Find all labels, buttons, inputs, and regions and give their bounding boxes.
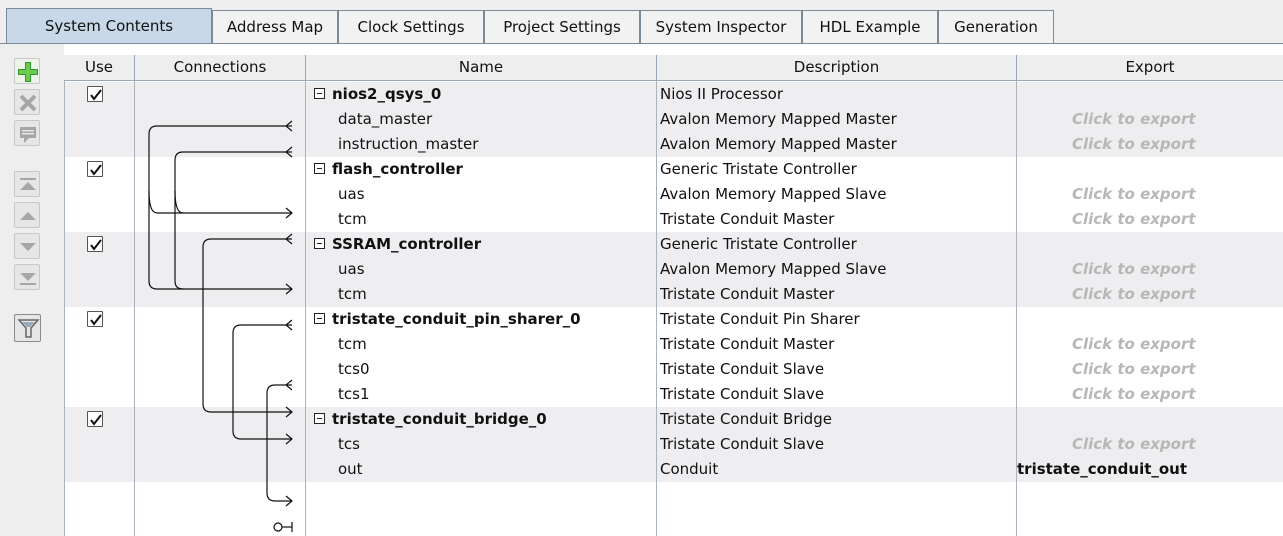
tab-bar-divider bbox=[0, 43, 1283, 44]
interface-name: uas bbox=[338, 260, 365, 278]
tab-address-map[interactable]: Address Map bbox=[212, 10, 338, 43]
export-link[interactable]: Click to export bbox=[1072, 282, 1272, 307]
header-export[interactable]: Export bbox=[1017, 55, 1283, 81]
interface-name: tcm bbox=[338, 210, 367, 228]
description-cell: Tristate Conduit Slave bbox=[660, 385, 825, 403]
export-link[interactable]: Click to export bbox=[1072, 257, 1272, 282]
tab-clock-settings[interactable]: Clock Settings bbox=[338, 10, 484, 43]
interface-name: uas bbox=[338, 185, 365, 203]
export-link[interactable]: Click to export bbox=[1072, 382, 1272, 407]
header-use[interactable]: Use bbox=[64, 55, 135, 81]
export-value[interactable]: tristate_conduit_out bbox=[1017, 457, 1283, 482]
header-name[interactable]: Name bbox=[306, 55, 657, 81]
tab-generation[interactable]: Generation bbox=[938, 10, 1054, 43]
connections-graph[interactable] bbox=[134, 55, 306, 536]
interface-name: out bbox=[338, 460, 363, 478]
interface-name: tcs1 bbox=[338, 385, 370, 403]
interface-name: tcs0 bbox=[338, 360, 370, 378]
description-cell: Avalon Memory Mapped Slave bbox=[660, 185, 887, 203]
export-link[interactable]: Click to export bbox=[1072, 107, 1272, 132]
description-cell: Tristate Conduit Bridge bbox=[660, 410, 832, 428]
move-up-icon[interactable] bbox=[14, 202, 40, 228]
export-link[interactable]: Click to export bbox=[1072, 432, 1272, 457]
tab-hdl-example[interactable]: HDL Example bbox=[802, 10, 938, 43]
export-link[interactable]: Click to export bbox=[1072, 182, 1272, 207]
collapse-icon[interactable] bbox=[314, 413, 325, 424]
use-checkbox[interactable] bbox=[87, 236, 103, 252]
use-checkbox[interactable] bbox=[87, 161, 103, 177]
move-top-icon[interactable] bbox=[14, 171, 40, 197]
edit-icon[interactable] bbox=[14, 120, 40, 146]
description-cell: Generic Tristate Controller bbox=[660, 235, 857, 253]
move-down-icon[interactable] bbox=[14, 233, 40, 259]
remove-icon[interactable] bbox=[14, 89, 40, 115]
interface-name: tcm bbox=[338, 285, 367, 303]
description-cell: Tristate Conduit Master bbox=[660, 285, 835, 303]
description-cell: Generic Tristate Controller bbox=[660, 160, 857, 178]
component-name: tristate_conduit_bridge_0 bbox=[332, 410, 547, 428]
left-toolbar bbox=[0, 44, 64, 536]
interface-name: tcm bbox=[338, 335, 367, 353]
description-cell: Tristate Conduit Slave bbox=[660, 435, 825, 453]
tab-system-contents[interactable]: System Contents bbox=[6, 8, 212, 44]
collapse-icon[interactable] bbox=[314, 163, 325, 174]
tab-bar: System Contents Address Map Clock Settin… bbox=[0, 0, 1283, 44]
use-checkbox[interactable] bbox=[87, 311, 103, 327]
export-link[interactable]: Click to export bbox=[1072, 332, 1272, 357]
collapse-icon[interactable] bbox=[314, 313, 325, 324]
component-name: nios2_qsys_0 bbox=[332, 85, 442, 103]
move-bottom-icon[interactable] bbox=[14, 264, 40, 290]
use-checkbox[interactable] bbox=[87, 86, 103, 102]
export-link[interactable]: Click to export bbox=[1072, 207, 1272, 232]
filter-icon[interactable] bbox=[14, 314, 41, 342]
add-icon[interactable] bbox=[14, 58, 40, 84]
description-cell: Tristate Conduit Slave bbox=[660, 360, 825, 378]
collapse-icon[interactable] bbox=[314, 238, 325, 249]
description-cell: Tristate Conduit Master bbox=[660, 210, 835, 228]
description-cell: Avalon Memory Mapped Slave bbox=[660, 260, 887, 278]
component-name: SSRAM_controller bbox=[332, 235, 482, 253]
export-link[interactable]: Click to export bbox=[1072, 357, 1272, 382]
interface-name: instruction_master bbox=[338, 135, 479, 153]
description-cell: Avalon Memory Mapped Master bbox=[660, 135, 897, 153]
interface-name: data_master bbox=[338, 110, 433, 128]
component-name: flash_controller bbox=[332, 160, 463, 178]
tab-system-inspector[interactable]: System Inspector bbox=[640, 10, 802, 43]
component-name: tristate_conduit_pin_sharer_0 bbox=[332, 310, 581, 328]
description-cell: Avalon Memory Mapped Master bbox=[660, 110, 897, 128]
description-cell: Nios II Processor bbox=[660, 85, 784, 103]
description-cell: Tristate Conduit Pin Sharer bbox=[660, 310, 860, 328]
interface-name: tcs bbox=[338, 435, 360, 453]
use-checkbox[interactable] bbox=[87, 411, 103, 427]
description-cell: Conduit bbox=[660, 460, 719, 478]
tab-project-settings[interactable]: Project Settings bbox=[484, 10, 640, 43]
header-description[interactable]: Description bbox=[657, 55, 1017, 81]
export-link[interactable]: Click to export bbox=[1072, 132, 1272, 157]
system-contents-table: nios2_qsys_0 Nios II Processor data_master… bbox=[64, 55, 1283, 536]
description-cell: Tristate Conduit Master bbox=[660, 335, 835, 353]
collapse-icon[interactable] bbox=[314, 88, 325, 99]
